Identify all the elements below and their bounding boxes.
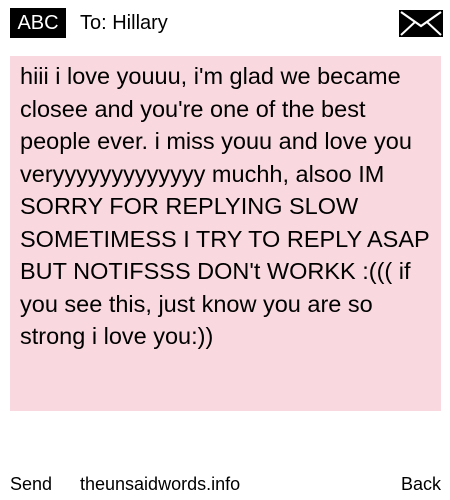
back-softkey[interactable]: Back [401,470,441,498]
phone-message-screen: ABC To: Hillary hiii i love youuu, i'm g… [0,0,450,500]
recipient-label: To: Hillary [80,12,168,34]
message-header: ABC To: Hillary [0,0,450,46]
message-body: hiii i love youuu, i'm glad we became cl… [10,56,441,411]
send-softkey[interactable]: Send [10,470,52,498]
softkey-bar: Send theunsaidwords.info Back [0,470,450,498]
message-text: hiii i love youuu, i'm glad we became cl… [20,63,430,349]
site-label: theunsaidwords.info [80,474,241,494]
input-mode-badge: ABC [10,8,66,38]
envelope-icon [399,10,443,37]
